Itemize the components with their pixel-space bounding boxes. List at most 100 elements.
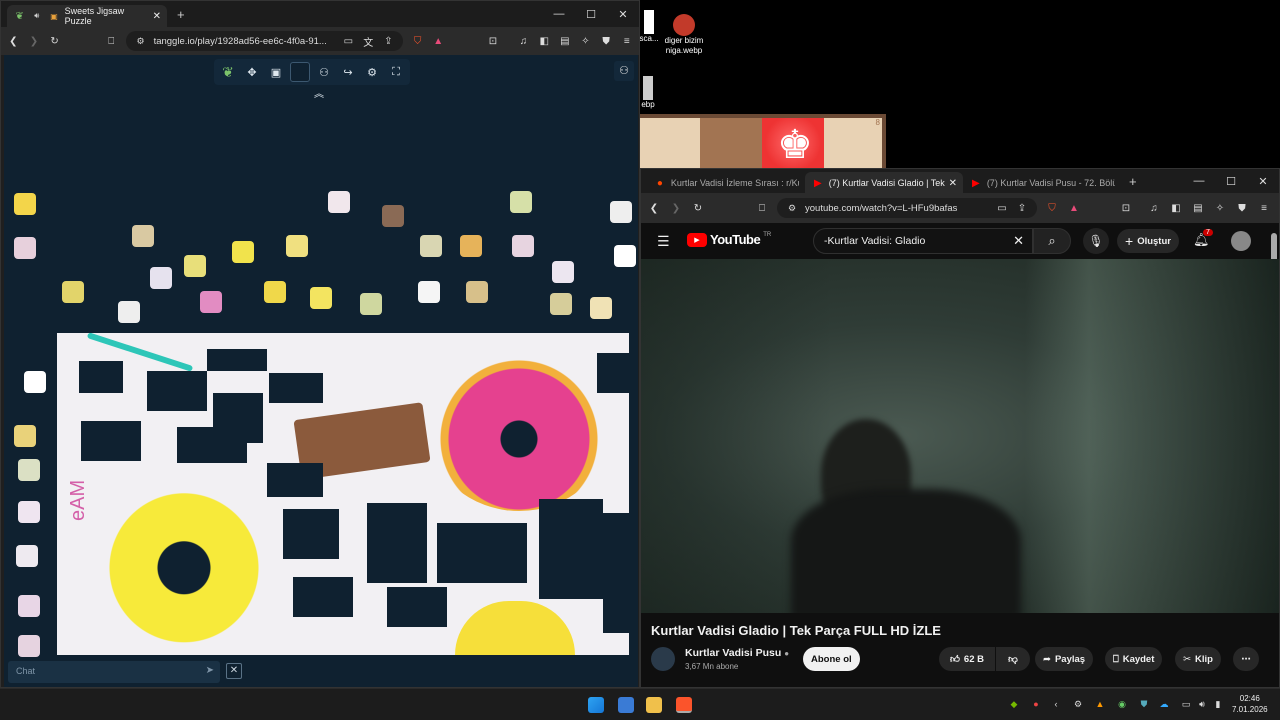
puzzle-piece[interactable]	[18, 635, 40, 657]
puzzle-piece[interactable]	[310, 287, 332, 309]
create-button[interactable]: + Oluştur	[1117, 229, 1179, 253]
tray-settings-icon[interactable]: ⚙	[1072, 698, 1084, 710]
puzzle-piece[interactable]	[184, 255, 206, 277]
brave-shield-icon[interactable]: ⛉	[1045, 201, 1059, 215]
puzzle-piece[interactable]	[150, 267, 172, 289]
search-input[interactable]: -Kurtlar Vadisi: Gladio ✕	[813, 228, 1033, 254]
puzzle-piece[interactable]	[200, 291, 222, 313]
back-icon[interactable]: ❮	[7, 34, 20, 48]
puzzle-piece[interactable]	[552, 261, 574, 283]
share-icon[interactable]: ⇪	[1015, 201, 1029, 215]
new-tab-button[interactable]: +	[177, 7, 185, 22]
sidebar-icon[interactable]: ◧	[538, 34, 551, 48]
puzzle-piece[interactable]	[512, 235, 534, 257]
clear-search-icon[interactable]: ✕	[1013, 233, 1024, 249]
tab-pusu[interactable]: ▶ (7) Kurtlar Vadisi Pusu - 72. Bölüm FU	[963, 172, 1121, 194]
leo-ai-icon[interactable]: ✧	[579, 34, 592, 48]
bookmark-icon[interactable]: ⎕	[105, 34, 118, 48]
puzzle-piece[interactable]	[18, 459, 40, 481]
reload-icon[interactable]: ↻	[48, 34, 61, 48]
new-tab-button[interactable]: +	[1129, 174, 1137, 189]
fullscreen-icon[interactable]: ⛶	[386, 62, 406, 82]
maximize-icon[interactable]: ☐	[1215, 175, 1247, 188]
empty-slot[interactable]	[81, 421, 141, 461]
puzzle-piece[interactable]	[360, 293, 382, 315]
puzzle-piece[interactable]	[118, 301, 140, 323]
close-window-icon[interactable]: ✕	[607, 8, 639, 21]
minimize-icon[interactable]: —	[543, 8, 575, 20]
players-icon[interactable]: ⚇	[314, 62, 334, 82]
puzzle-canvas[interactable]: ❦ ✥ ▣ ⚇ ↪ ⚙ ⛶ ⚇ ︽ eAM Chat ➤ ✕	[4, 55, 638, 687]
wallet-icon[interactable]: ▤	[559, 34, 572, 48]
tab-sweets-jigsaw[interactable]: ❦ 🔊︎ ▣ Sweets Jigsaw Puzzle ✕	[7, 5, 167, 27]
search-button[interactable]: ⌕	[1033, 228, 1071, 254]
tray-arrow-icon[interactable]: ‹	[1050, 698, 1062, 710]
tray-shield-icon[interactable]: ⛊	[1138, 698, 1150, 710]
like-button[interactable]: 👍︎ 62 B	[939, 647, 995, 671]
empty-slot[interactable]	[267, 463, 323, 497]
empty-slot[interactable]	[387, 587, 447, 627]
minimize-icon[interactable]: —	[1183, 175, 1215, 187]
puzzle-piece[interactable]	[460, 235, 482, 257]
reload-icon[interactable]: ↻	[691, 201, 705, 215]
share-icon[interactable]: ↪	[338, 62, 358, 82]
vpn-icon[interactable]: ⛊	[600, 34, 613, 48]
puzzle-piece[interactable]	[420, 235, 442, 257]
volume-icon[interactable]: 🔊︎	[1196, 698, 1208, 710]
puzzle-piece[interactable]	[62, 281, 84, 303]
brave-rewards-icon[interactable]: ▲	[1067, 201, 1081, 215]
photos-icon[interactable]	[618, 697, 634, 713]
more-actions-button[interactable]: ⋯	[1233, 647, 1259, 671]
screenshot-icon[interactable]: ⊡	[487, 34, 500, 48]
empty-slot[interactable]	[437, 523, 527, 583]
display-icon[interactable]: ▭	[1180, 698, 1192, 710]
puzzle-piece[interactable]	[132, 225, 154, 247]
puzzle-piece[interactable]	[14, 193, 36, 215]
empty-slot[interactable]	[79, 361, 123, 393]
puzzle-piece[interactable]	[610, 201, 632, 223]
tab-reddit[interactable]: ● Kurtlar Vadisi İzleme Sırası : r/Kurtl…	[647, 172, 805, 194]
channel-avatar[interactable]	[651, 647, 675, 671]
puzzle-piece[interactable]	[328, 191, 350, 213]
battery-icon[interactable]: ▮	[1212, 698, 1224, 710]
puzzle-piece[interactable]	[18, 501, 40, 523]
chat-input[interactable]: Chat ➤	[8, 661, 220, 683]
collapse-chevron-icon[interactable]: ︽	[314, 85, 324, 100]
desktop-icon-sca[interactable]: sca...	[638, 10, 660, 44]
puzzle-piece[interactable]	[382, 205, 404, 227]
forward-icon[interactable]: ❯	[669, 201, 683, 215]
menu-icon[interactable]: ≡	[1257, 201, 1271, 215]
close-window-icon[interactable]: ✕	[1247, 175, 1279, 188]
image-preview-icon[interactable]: ▣	[266, 62, 286, 82]
empty-slot[interactable]	[367, 503, 427, 583]
leo-ai-icon[interactable]: ✧	[1213, 201, 1227, 215]
close-tab-icon[interactable]: ✕	[949, 178, 957, 189]
puzzle-piece[interactable]	[286, 235, 308, 257]
puzzle-piece[interactable]	[14, 237, 36, 259]
bookmark-icon[interactable]: ⎕	[755, 201, 769, 215]
share-button[interactable]: ➦ Paylaş	[1035, 647, 1094, 671]
puzzle-piece[interactable]	[16, 545, 38, 567]
empty-slot[interactable]	[293, 577, 353, 617]
address-bar[interactable]: ⚙ youtube.com/watch?v=L-HFu9bafas ▭ ⇪	[777, 198, 1037, 218]
leaf-logo-icon[interactable]: ❦	[218, 62, 238, 82]
puzzle-board[interactable]: eAM	[57, 333, 629, 655]
dislike-button[interactable]: 👎︎	[996, 647, 1030, 671]
close-tab-icon[interactable]: ✕	[153, 11, 161, 22]
puzzle-piece[interactable]	[418, 281, 440, 303]
tray-network-icon[interactable]: ◉	[1116, 698, 1128, 710]
media-icon[interactable]: ♫	[1147, 201, 1161, 215]
puzzle-piece[interactable]	[614, 245, 636, 267]
wallet-icon[interactable]: ▤	[1191, 201, 1205, 215]
avatar[interactable]	[1231, 231, 1251, 251]
close-chat-icon[interactable]: ✕	[226, 663, 242, 679]
brave-browser-icon[interactable]	[676, 697, 692, 713]
cast-icon[interactable]: ▭	[995, 201, 1009, 215]
empty-slot[interactable]	[283, 509, 339, 559]
puzzle-piece[interactable]	[590, 297, 612, 319]
puzzle-piece[interactable]	[264, 281, 286, 303]
sidebar-icon[interactable]: ◧	[1169, 201, 1183, 215]
maximize-icon[interactable]: ☐	[575, 8, 607, 21]
channel-name[interactable]: Kurtlar Vadisi Pusu ●	[685, 647, 789, 659]
nvidia-tray-icon[interactable]: ◆	[1008, 698, 1020, 710]
